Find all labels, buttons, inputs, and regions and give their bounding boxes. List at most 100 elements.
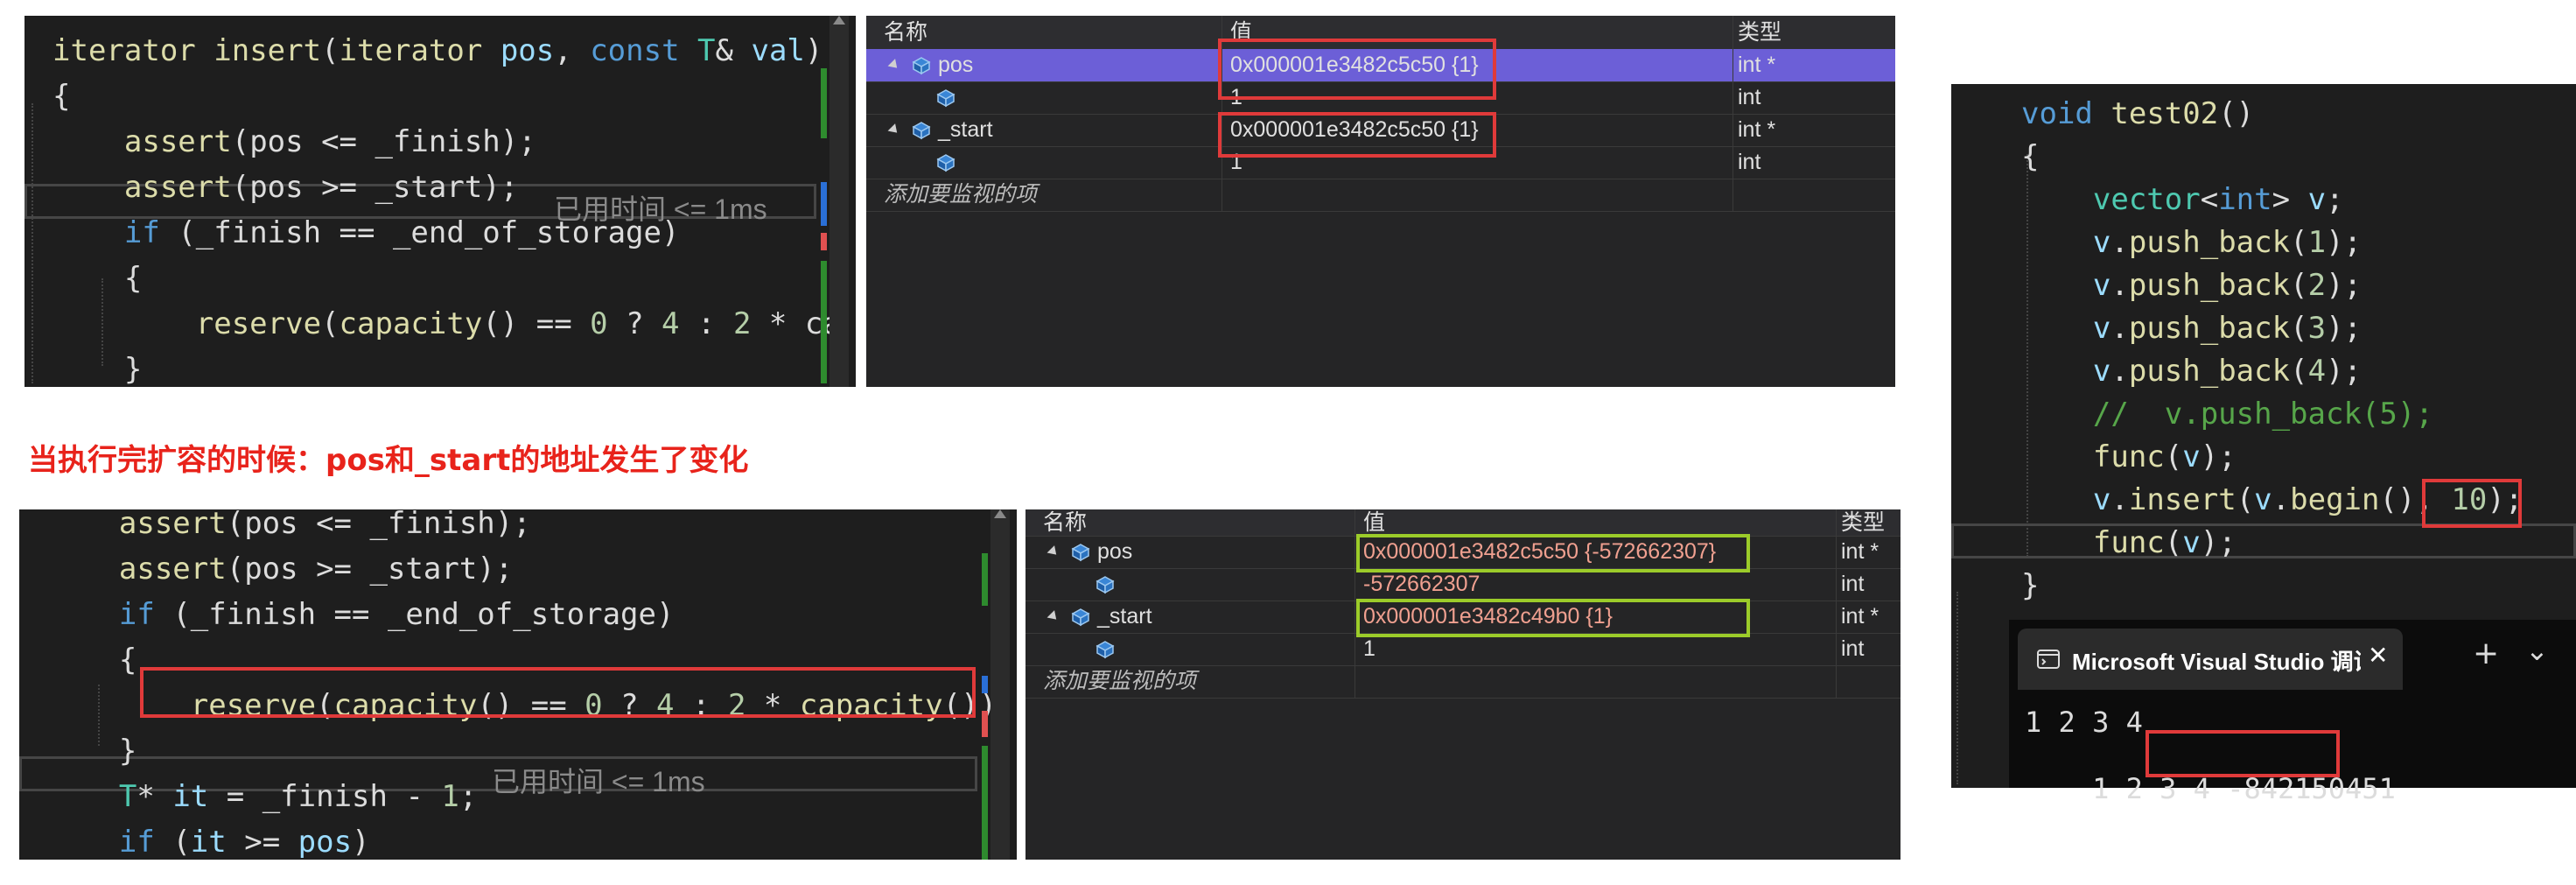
scroll-up-icon[interactable] [994, 509, 1006, 518]
code-token: v [2092, 482, 2111, 517]
code-token: ? [607, 306, 662, 341]
chevron-down-icon[interactable]: ⌄ [2525, 634, 2549, 667]
start-value-changed-box [1356, 599, 1750, 637]
code-editor-top: iterator insert(iterator pos, const T& v… [24, 16, 856, 387]
code-token: val [751, 33, 805, 68]
code-line: reserve(capacity() == 0 ? 4 : 2 * ca [52, 303, 830, 345]
code-token: () [2218, 96, 2255, 131]
code-token: 1 [441, 779, 459, 814]
code-token: & [715, 33, 752, 68]
code-token: (pos <= _finish); [231, 124, 536, 159]
console-tab[interactable]: Microsoft Visual Studio 调试控 ✕ [2018, 629, 2403, 690]
code-token: (pos >= _start); [226, 551, 514, 586]
code-token: it [172, 779, 209, 814]
code-token: v [2182, 439, 2201, 474]
change-marker [821, 182, 827, 226]
elapsed-time-label: 已用时间 <= 1ms [492, 766, 705, 797]
code-token: ; [458, 779, 478, 814]
code-line: v.push_back(4); [2021, 350, 2362, 392]
close-icon[interactable]: ✕ [2368, 641, 2388, 670]
code-token: { [47, 643, 137, 678]
code-area-top[interactable]: iterator insert(iterator pos, const T& v… [24, 16, 830, 387]
watch-row[interactable]: 1 int [1026, 633, 1900, 666]
expand-toggle-icon[interactable] [1046, 544, 1060, 558]
column-separator[interactable] [1354, 509, 1355, 698]
code-token: } [2021, 568, 2040, 603]
code-token: void [2021, 96, 2093, 131]
scroll-up-icon[interactable] [833, 16, 845, 25]
code-line: } [47, 730, 136, 772]
code-token: reserve [195, 306, 322, 341]
code-token: ( [154, 825, 191, 860]
console-tab-title: Microsoft Visual Studio 调试控 [2072, 649, 2361, 675]
change-marker [821, 233, 827, 250]
add-tab-icon[interactable]: + [2473, 636, 2499, 671]
code-scrollbar[interactable] [830, 16, 849, 387]
variable-icon [936, 88, 956, 108]
code-token: 2 [2307, 268, 2327, 303]
code-line: assert(pos <= _finish); [52, 121, 536, 163]
expand-toggle-icon[interactable] [1046, 609, 1060, 623]
add-watch-row[interactable]: 添加要监视的项 [866, 179, 1895, 212]
code-token: v [2092, 354, 2111, 389]
code-token: ( [2164, 525, 2183, 560]
column-header-name[interactable]: 名称 [884, 16, 928, 49]
column-separator[interactable] [1836, 509, 1837, 698]
column-header-value[interactable]: 值 [1363, 509, 1385, 536]
watch-name: _start [1097, 604, 1152, 629]
column-header-name[interactable]: 名称 [1043, 509, 1087, 536]
watch-value[interactable]: -572662307 [1363, 568, 1480, 601]
code-token: capacity [339, 306, 483, 341]
code-token: () == [482, 306, 591, 341]
code-token: * [136, 779, 173, 814]
code-token: = _finish - [208, 779, 442, 814]
code-token: // v.push_back(5); [2092, 397, 2433, 432]
pos-value-highlight [1218, 39, 1496, 100]
watch-header: 名称 值 类型 [1026, 509, 1900, 537]
watch-value[interactable]: 1 [1363, 633, 1376, 665]
code-token: assert [123, 124, 232, 159]
indent-guide [1956, 592, 1958, 784]
watch-type: int * [1841, 539, 1880, 564]
watch-row[interactable]: -572662307 int [1026, 568, 1900, 601]
code-scrollbar[interactable] [990, 509, 1010, 860]
protected-field-icon [1071, 608, 1090, 627]
code-token: . [2110, 311, 2129, 346]
code-line: void test02() [2021, 93, 2254, 135]
code-token: ); [2326, 268, 2362, 303]
code-token: ); [2326, 311, 2362, 346]
code-line: v.push_back(2); [2021, 264, 2362, 306]
code-token: ( [2290, 268, 2308, 303]
code-line: assert(pos <= _finish); [47, 509, 531, 544]
code-token: push_back [2128, 268, 2291, 303]
code-token: ( [321, 306, 340, 341]
code-token: assert [118, 509, 227, 541]
change-marker [982, 676, 988, 693]
code-token: ); [2326, 225, 2362, 260]
add-watch-placeholder: 添加要监视的项 [884, 182, 1038, 207]
expand-toggle-icon[interactable] [887, 58, 901, 72]
code-token: int [2218, 182, 2272, 217]
annotation-caption: 当执行完扩容的时候：pos和_start的地址发生了变化 [28, 443, 749, 478]
code-token: if [118, 597, 155, 632]
expand-toggle-icon[interactable] [887, 123, 901, 137]
column-header-type[interactable]: 类型 [1841, 509, 1885, 536]
code-token: ( [2290, 354, 2308, 389]
code-token: iterator [52, 33, 196, 68]
change-marker [821, 261, 827, 383]
change-marker [982, 553, 988, 606]
add-watch-row[interactable]: 添加要监视的项 [1026, 665, 1900, 699]
code-token: v [2182, 525, 2201, 560]
column-header-type[interactable]: 类型 [1738, 16, 1782, 49]
code-line: v.push_back(1); [2021, 221, 2362, 263]
column-separator[interactable] [1732, 16, 1733, 211]
code-token: begin [2290, 482, 2380, 517]
